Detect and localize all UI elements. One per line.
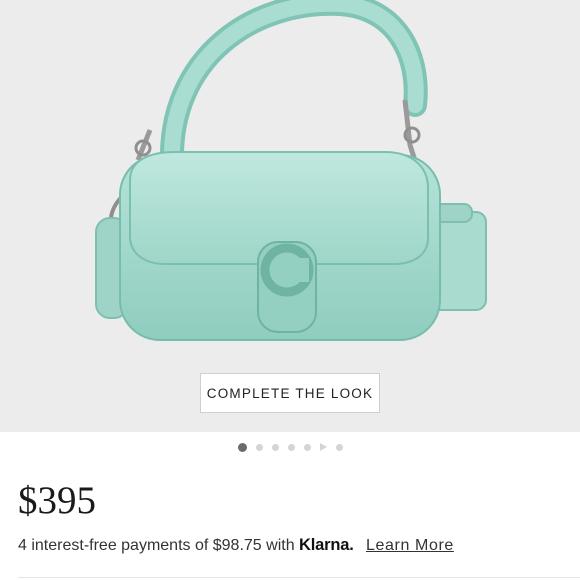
klarna-logo: Klarna.	[299, 536, 354, 554]
complete-the-look-button[interactable]: COMPLETE THE LOOK	[200, 373, 380, 413]
video-play-icon[interactable]	[319, 443, 327, 451]
carousel-dot[interactable]	[335, 443, 343, 451]
installment-info: 4 interest-free payments of $98.75 with …	[18, 535, 454, 556]
learn-more-link[interactable]: Learn More	[366, 537, 454, 554]
handbag-image	[95, 0, 487, 341]
carousel-dot[interactable]	[303, 443, 311, 451]
product-image-area[interactable]: COMPLETE THE LOOK	[0, 0, 580, 432]
carousel-dot[interactable]	[255, 443, 263, 451]
carousel-dot-active[interactable]	[237, 442, 247, 452]
carousel-indicator[interactable]	[0, 440, 580, 454]
installment-text: 4 interest-free payments of $98.75 with	[18, 537, 295, 554]
carousel-dot[interactable]	[287, 443, 295, 451]
product-price: $395	[18, 479, 96, 522]
carousel-dot[interactable]	[271, 443, 279, 451]
divider	[18, 577, 580, 578]
